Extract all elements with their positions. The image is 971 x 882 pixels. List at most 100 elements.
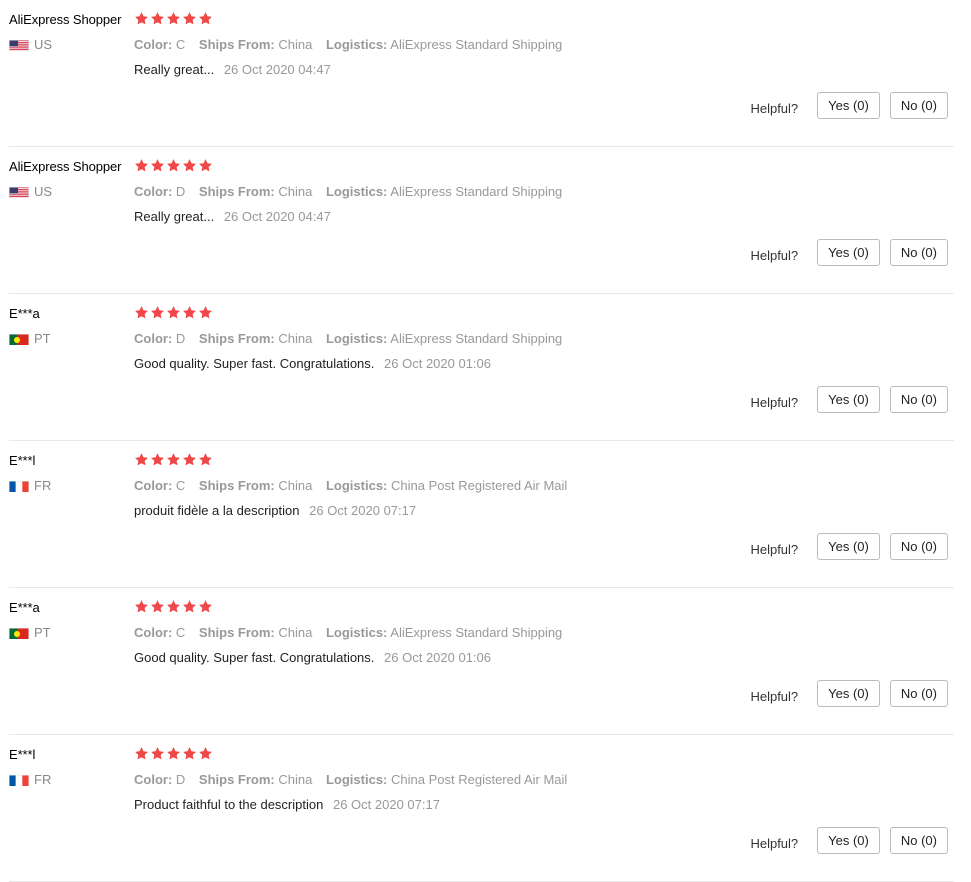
star-icon [151, 12, 164, 25]
helpful-vote: Helpful? Yes (0) No (0) [750, 680, 948, 707]
logistics-label: Logistics: [325, 184, 388, 199]
review-date: 26 Oct 2020 07:17 [309, 503, 417, 518]
star-icon [135, 747, 148, 760]
review-date: 26 Oct 2020 01:06 [384, 650, 492, 665]
ships-from-value: China [278, 37, 313, 52]
flag-fr-icon [9, 480, 29, 492]
color-value: C [175, 625, 186, 640]
review-text-row: produit fidèle a la description 26 Oct 2… [134, 503, 954, 518]
helpful-yes-button[interactable]: Yes (0) [817, 92, 880, 119]
flag-pt-icon [9, 333, 29, 345]
helpful-label: Helpful? [750, 395, 799, 410]
reviewer-name: AliExpress Shopper [9, 159, 122, 174]
review-content: Color: C Ships From: China Logistics: Ch… [134, 452, 954, 518]
reviewer-country: US [9, 37, 134, 52]
review-date: 26 Oct 2020 04:47 [223, 209, 331, 224]
helpful-yes-button[interactable]: Yes (0) [817, 533, 880, 560]
star-icon [199, 12, 212, 25]
logistics-label: Logistics: [325, 37, 388, 52]
country-code: FR [34, 772, 52, 787]
star-icon [183, 159, 196, 172]
helpful-no-button[interactable]: No (0) [889, 239, 948, 266]
review-list: AliExpress Shopper US Color: C Ships Fro… [0, 0, 971, 882]
star-icon [199, 453, 212, 466]
ships-from-label: Ships From: [198, 478, 275, 493]
reviewer-country: PT [9, 625, 134, 640]
star-icon [199, 306, 212, 319]
helpful-no-button[interactable]: No (0) [889, 827, 948, 854]
reviewer-name: E***l [9, 453, 36, 468]
flag-us-icon [9, 39, 29, 51]
review-text: Really great... [134, 62, 215, 77]
ships-from-value: China [278, 331, 313, 346]
logistics-label: Logistics: [325, 478, 388, 493]
color-value: C [175, 37, 186, 52]
order-info: Color: D Ships From: China Logistics: Ch… [134, 772, 954, 787]
review-date: 26 Oct 2020 07:17 [332, 797, 440, 812]
reviewer-name: E***l [9, 747, 36, 762]
helpful-yes-button[interactable]: Yes (0) [817, 386, 880, 413]
color-label: Color: [134, 625, 173, 640]
flag-us-icon [9, 186, 29, 198]
star-icon [199, 159, 212, 172]
flag-fr-icon [9, 774, 29, 786]
reviewer-name: E***a [9, 600, 40, 615]
color-label: Color: [134, 478, 173, 493]
color-value: D [175, 772, 186, 787]
reviewer-name: AliExpress Shopper [9, 12, 122, 27]
star-rating [134, 11, 954, 28]
helpful-vote: Helpful? Yes (0) No (0) [750, 827, 948, 854]
logistics-label: Logistics: [325, 331, 388, 346]
color-value: C [175, 478, 186, 493]
ships-from-label: Ships From: [198, 625, 275, 640]
logistics-value: China Post Registered Air Mail [391, 772, 568, 787]
star-icon [183, 747, 196, 760]
helpful-no-button[interactable]: No (0) [889, 386, 948, 413]
review-text-row: Good quality. Super fast. Congratulation… [134, 356, 954, 371]
order-info: Color: C Ships From: China Logistics: Ch… [134, 478, 954, 493]
star-icon [183, 306, 196, 319]
star-icon [135, 600, 148, 613]
star-icon [135, 159, 148, 172]
helpful-no-button[interactable]: No (0) [889, 680, 948, 707]
helpful-yes-button[interactable]: Yes (0) [817, 827, 880, 854]
review-content: Color: C Ships From: China Logistics: Al… [134, 11, 954, 77]
helpful-vote: Helpful? Yes (0) No (0) [750, 92, 948, 119]
review-item: AliExpress Shopper US Color: C Ships Fro… [9, 0, 954, 147]
ships-from-value: China [278, 478, 313, 493]
review-text: Good quality. Super fast. Congratulation… [134, 356, 375, 371]
ships-from-label: Ships From: [198, 37, 275, 52]
country-code: US [34, 37, 53, 52]
helpful-vote: Helpful? Yes (0) No (0) [750, 386, 948, 413]
star-icon [167, 600, 180, 613]
review-text: produit fidèle a la description [134, 503, 300, 518]
star-icon [167, 12, 180, 25]
review-text-row: Really great... 26 Oct 2020 04:47 [134, 209, 954, 224]
color-label: Color: [134, 772, 173, 787]
logistics-value: AliExpress Standard Shipping [390, 184, 563, 199]
review-item: E***l FR Color: D Ships From: China Logi… [9, 735, 954, 882]
helpful-vote: Helpful? Yes (0) No (0) [750, 533, 948, 560]
color-label: Color: [134, 184, 173, 199]
helpful-yes-button[interactable]: Yes (0) [817, 239, 880, 266]
ships-from-label: Ships From: [198, 331, 275, 346]
country-code: PT [34, 331, 51, 346]
flag-pt-icon [9, 627, 29, 639]
star-icon [151, 600, 164, 613]
reviewer-info: E***a PT [9, 600, 134, 640]
star-icon [167, 453, 180, 466]
helpful-label: Helpful? [750, 248, 799, 263]
helpful-yes-button[interactable]: Yes (0) [817, 680, 880, 707]
country-code: US [34, 184, 53, 199]
star-icon [183, 600, 196, 613]
helpful-label: Helpful? [750, 836, 799, 851]
review-item: AliExpress Shopper US Color: D Ships Fro… [9, 147, 954, 294]
star-icon [151, 747, 164, 760]
helpful-no-button[interactable]: No (0) [889, 92, 948, 119]
logistics-label: Logistics: [325, 625, 388, 640]
helpful-no-button[interactable]: No (0) [889, 533, 948, 560]
reviewer-country: FR [9, 478, 134, 493]
order-info: Color: C Ships From: China Logistics: Al… [134, 625, 954, 640]
star-rating [134, 599, 954, 616]
color-value: D [175, 184, 186, 199]
